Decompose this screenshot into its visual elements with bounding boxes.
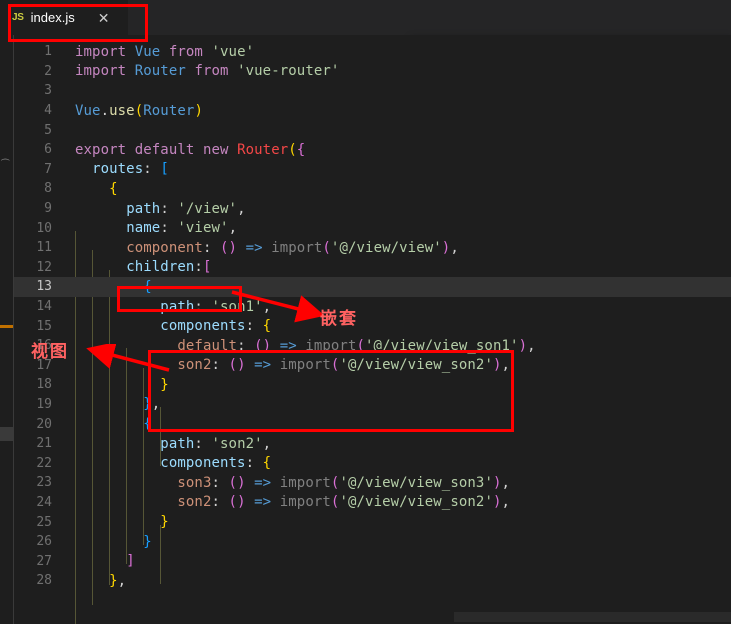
code-line[interactable]: 27 ] bbox=[14, 551, 731, 571]
line-content: { bbox=[143, 416, 152, 433]
line-content: }, bbox=[143, 396, 161, 413]
line-content: import Router from 'vue-router' bbox=[75, 63, 340, 80]
close-icon[interactable]: ✕ bbox=[98, 11, 110, 25]
line-content: } bbox=[160, 376, 169, 393]
code-line[interactable]: 16 default: () => import('@/view/view_so… bbox=[14, 336, 731, 356]
code-line[interactable]: 4 Vue.use(Router) bbox=[14, 101, 731, 121]
tab-index-js[interactable]: JS index.js ✕ bbox=[0, 0, 128, 35]
line-number: 12 bbox=[36, 259, 52, 275]
ruler-change-marker bbox=[0, 325, 13, 328]
line-number: 10 bbox=[36, 220, 52, 236]
line-number: 14 bbox=[36, 299, 52, 315]
code-line[interactable]: 19 }, bbox=[14, 395, 731, 415]
line-number: 16 bbox=[36, 338, 52, 354]
line-content: children:[ bbox=[126, 259, 212, 276]
line-content: routes: [ bbox=[92, 161, 169, 178]
line-number: 18 bbox=[36, 377, 52, 393]
line-number: 7 bbox=[44, 161, 52, 177]
code-line[interactable]: 14 path: 'son1', bbox=[14, 297, 731, 317]
line-number: 22 bbox=[36, 455, 52, 471]
line-content: ] bbox=[126, 553, 135, 570]
overview-ruler[interactable]: ⏜ bbox=[0, 35, 14, 624]
line-content: components: { bbox=[160, 455, 272, 472]
line-content: son2: () => import('@/view/view_son2'), bbox=[177, 357, 511, 374]
line-number: 11 bbox=[36, 240, 52, 256]
code-lines: 1 import Vue from 'vue' 2 import Router fro… bbox=[14, 42, 731, 591]
line-content: path: '/view', bbox=[126, 200, 246, 217]
code-line[interactable]: 17 son2: () => import('@/view/view_son2'… bbox=[14, 356, 731, 376]
line-content: son2: () => import('@/view/view_son2'), bbox=[177, 494, 511, 511]
line-content: son3: () => import('@/view/view_son3'), bbox=[177, 474, 511, 491]
code-line[interactable]: 18 } bbox=[14, 375, 731, 395]
line-number: 9 bbox=[44, 201, 52, 217]
tab-label: index.js bbox=[30, 10, 75, 25]
line-content: } bbox=[160, 514, 169, 531]
ruler-fold-glyph: ⏜ bbox=[1, 160, 10, 170]
code-line[interactable]: 15 components: { bbox=[14, 316, 731, 336]
line-content: import Vue from 'vue' bbox=[75, 43, 255, 60]
line-content: } bbox=[143, 533, 152, 550]
line-number: 8 bbox=[44, 181, 52, 197]
line-content: component: () => import('@/view/view'), bbox=[126, 239, 459, 256]
line-content: { bbox=[143, 278, 152, 295]
line-number: 15 bbox=[36, 318, 52, 334]
code-line[interactable]: 7 routes: [ bbox=[14, 160, 731, 180]
code-line[interactable]: 25 } bbox=[14, 512, 731, 532]
code-line[interactable]: 6 export default new Router({ bbox=[14, 140, 731, 160]
line-number: 4 bbox=[44, 103, 52, 119]
code-line[interactable]: 22 components: { bbox=[14, 453, 731, 473]
line-number: 21 bbox=[36, 436, 52, 452]
code-line[interactable]: 21 path: 'son2', bbox=[14, 434, 731, 454]
code-line[interactable]: 20 { bbox=[14, 414, 731, 434]
line-number: 23 bbox=[36, 475, 52, 491]
line-number: 5 bbox=[44, 122, 52, 138]
line-number: 27 bbox=[36, 553, 52, 569]
line-number: 17 bbox=[36, 357, 52, 373]
line-content: path: 'son1', bbox=[160, 298, 272, 315]
line-content: Vue.use(Router) bbox=[75, 102, 203, 119]
code-line[interactable]: 1 import Vue from 'vue' bbox=[14, 42, 731, 62]
code-line[interactable]: 24 son2: () => import('@/view/view_son2'… bbox=[14, 493, 731, 513]
line-number: 25 bbox=[36, 514, 52, 530]
editor-tab-bar: JS index.js ✕ bbox=[0, 0, 731, 35]
line-content: components: { bbox=[160, 318, 272, 335]
horizontal-scrollbar[interactable] bbox=[454, 612, 731, 622]
code-line[interactable]: 13 { bbox=[14, 277, 731, 297]
code-line[interactable]: 12 children:[ bbox=[14, 258, 731, 278]
line-number: 2 bbox=[44, 63, 52, 79]
code-line[interactable]: 5 bbox=[14, 120, 731, 140]
line-content: name: 'view', bbox=[126, 220, 238, 237]
line-number: 19 bbox=[36, 396, 52, 412]
javascript-file-icon: JS bbox=[12, 12, 24, 23]
line-number: 3 bbox=[44, 83, 52, 99]
line-content: }, bbox=[109, 572, 127, 589]
code-line[interactable]: 8 { bbox=[14, 179, 731, 199]
line-number: 6 bbox=[44, 142, 52, 158]
line-number: 1 bbox=[44, 44, 52, 60]
code-line[interactable]: 28 }, bbox=[14, 571, 731, 591]
line-number: 24 bbox=[36, 494, 52, 510]
line-number: 26 bbox=[36, 534, 52, 550]
line-number: 28 bbox=[36, 573, 52, 589]
tab-bar-filler bbox=[128, 0, 731, 35]
line-number: 20 bbox=[36, 416, 52, 432]
code-line[interactable]: 26 } bbox=[14, 532, 731, 552]
line-content: export default new Router({ bbox=[75, 141, 306, 158]
line-content: default: () => import('@/view/view_son1'… bbox=[177, 337, 536, 354]
code-line[interactable]: 2 import Router from 'vue-router' bbox=[14, 62, 731, 82]
code-line[interactable]: 11 component: () => import('@/view/view'… bbox=[14, 238, 731, 258]
code-editor[interactable]: 1 import Vue from 'vue' 2 import Router fro… bbox=[14, 35, 731, 624]
code-line[interactable]: 3 bbox=[14, 81, 731, 101]
code-line[interactable]: 9 path: '/view', bbox=[14, 199, 731, 219]
ruler-cursor-marker bbox=[0, 427, 13, 441]
code-line[interactable]: 23 son3: () => import('@/view/view_son3'… bbox=[14, 473, 731, 493]
code-line[interactable]: 10 name: 'view', bbox=[14, 218, 731, 238]
line-content: { bbox=[109, 180, 118, 197]
line-number: 13 bbox=[36, 279, 52, 295]
line-content: path: 'son2', bbox=[160, 435, 272, 452]
